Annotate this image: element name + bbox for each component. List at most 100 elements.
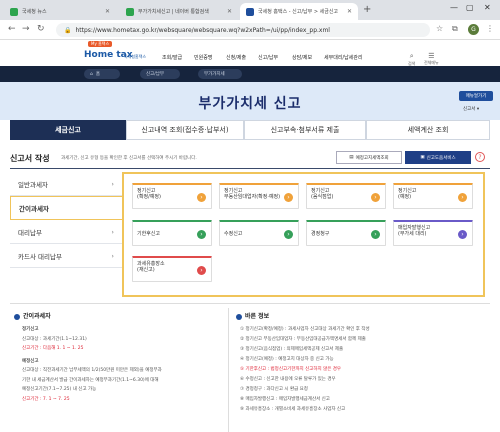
browser-tab-3[interactable]: 국세청 홈택스 - 신고/납부 > 세금신고 ✕ <box>240 3 358 20</box>
help-service-button[interactable]: ▣ 신고도움서비스 <box>405 151 471 164</box>
gnb-item-agent[interactable]: 세무대리/납세관리 <box>324 54 363 61</box>
logo-subtitle: 국세청홈택스 <box>124 54 147 59</box>
section-title: 신고서 작성 <box>10 154 50 163</box>
tab-label: 국세청 홈택스 - 신고/납부 > 세금신고 <box>258 9 339 15</box>
close-window-icon[interactable]: ✕ <box>484 3 491 12</box>
tab-label: 국세청 뉴스 <box>22 9 47 15</box>
tab-attachments[interactable]: 신고부속·첨부서류 제출 <box>244 120 366 140</box>
chevron-right-icon: › <box>111 179 114 188</box>
arrow-right-icon: › <box>458 193 467 202</box>
forward-icon[interactable]: → <box>22 24 30 34</box>
info-line: 신고대상 : 직전과세기간 납부세액의 1/2(50만원 미만은 제외)을 예정… <box>22 368 162 373</box>
arrow-right-icon: › <box>197 230 206 239</box>
bullet-icon <box>236 313 242 320</box>
info-right-title: 바른 정보 <box>236 311 370 320</box>
tab-tax-calc[interactable]: 세액계산 조회 <box>366 120 490 140</box>
browser-tab-2[interactable]: 부가가치세신고 | 네이버 통합검색 ✕ <box>120 3 238 20</box>
arrow-right-icon: › <box>197 266 206 275</box>
card-late-report[interactable]: 기한후신고 › <box>132 220 212 246</box>
card-amended-report[interactable]: 수정신고 › <box>219 220 299 246</box>
card-regular-report[interactable]: 정기신고 (확정/예정) › <box>132 183 212 209</box>
section-divider <box>10 168 490 169</box>
info-line: ② 정기신고 부동산임대업자 : 부동산임대공급가액명세서 함께 제출 <box>240 337 366 342</box>
gnb-item-application[interactable]: 신청/제출 <box>226 54 246 61</box>
help-service-label: 신고도움서비스 <box>426 155 456 161</box>
close-tab-icon[interactable]: ✕ <box>105 8 110 15</box>
info-line: 예정신고 <box>22 358 39 364</box>
tab-tax-report[interactable]: 세금신고 <box>10 120 126 140</box>
gnb-item-report[interactable]: 신고/납부 <box>258 54 278 61</box>
info-line: ① 정기신고(확정/예정) : 과세사업자 신고대상 과세기간 확인 후 작성 <box>240 327 370 332</box>
card-regular-interim[interactable]: 정기신고 (예정) › <box>393 183 473 209</box>
arrow-right-icon: › <box>371 193 380 202</box>
info-line: ⑧ 매입자발행신고 : 매입자발행세금계산서 신고 <box>240 397 330 402</box>
extensions-icon[interactable]: ⧉ <box>452 24 458 34</box>
info-line: ③ 정기신고(음식점업) : 의제매입세액공제 신고서 제출 <box>240 347 344 352</box>
arrow-right-icon: › <box>284 230 293 239</box>
browser-tab-1[interactable]: 국세청 뉴스 ✕ <box>4 3 116 20</box>
info-divider <box>10 303 490 304</box>
info-line: 신고대상 : 과세기간(1.1~12.31) <box>22 336 87 342</box>
info-line: ④ 정기신고(예정) : 예정고지 대상자 중 신고 가능 <box>240 357 334 362</box>
minimize-icon[interactable]: — <box>450 3 458 12</box>
home-icon: ⌂ <box>90 71 93 77</box>
tab-favicon-icon <box>126 7 134 16</box>
search-button[interactable]: ⌕ 검색 <box>408 52 415 67</box>
breadcrumb-report-label: 신고/납부 <box>146 72 165 77</box>
info-line: 정기신고 <box>22 327 39 332</box>
preview-button[interactable]: ▤ 예정고지세액조회 <box>336 151 402 164</box>
chevron-right-icon: › <box>111 251 114 260</box>
card-buyer-issued[interactable]: 매입자발행신고 (부가세 대리) › <box>393 220 473 246</box>
help-circle-button[interactable]: ? <box>475 152 485 162</box>
breadcrumb-home[interactable]: ⌂ 홈 <box>84 69 120 79</box>
left-menu-proxy[interactable]: 대리납부 › <box>10 220 122 244</box>
left-menu-simplified[interactable]: 간이과세자 <box>10 196 122 220</box>
card-regular-rental[interactable]: 정기신고 부동산임대업자(확정·예정) › <box>219 183 299 209</box>
card-correction-claim[interactable]: 경정청구 › <box>306 220 386 246</box>
tab-favicon-icon <box>246 7 254 16</box>
left-menu-general[interactable]: 일반과세자 › <box>10 172 122 196</box>
breadcrumb-report[interactable]: 신고/납부 <box>140 69 180 79</box>
menu-grid-icon: ☰ <box>428 52 435 60</box>
info-vertical-divider <box>228 308 229 432</box>
document-icon: ▤ <box>349 155 354 160</box>
tab-report-history[interactable]: 신고내역 조회(접수증·납부서) <box>126 120 244 140</box>
preview-button-label: 예정고지세액조회 <box>355 155 389 161</box>
arrow-right-icon: › <box>371 230 380 239</box>
arrow-right-icon: › <box>284 193 293 202</box>
maximize-icon[interactable]: ▢ <box>466 3 474 12</box>
url-field[interactable]: 🔒 https://www.hometax.go.kr/websquare/we… <box>56 23 430 37</box>
info-line: 신고기간 : 7. 1 ~ 7. 25 <box>22 396 70 402</box>
help-icon: ▣ <box>420 155 425 160</box>
gnb-item-certificate[interactable]: 민원증명 <box>194 54 212 61</box>
arrow-right-icon: › <box>197 193 206 202</box>
close-tab-icon[interactable]: ✕ <box>227 8 232 15</box>
info-line: ⑨ 과세유흥장소 : 개별소비세 과세유흥장소 사업자 신고 <box>240 407 346 412</box>
menu-icon[interactable]: ⋮ <box>486 24 494 33</box>
left-menu-card-proxy[interactable]: 카드사 대리납부 › <box>10 244 122 268</box>
all-menu-button[interactable]: ☰ 전체메뉴 <box>424 52 439 66</box>
breadcrumb-vat[interactable]: 부가가치세 <box>198 69 242 79</box>
left-menu-label: 대리납부 <box>18 228 42 237</box>
gnb-item-consult[interactable]: 상담/제보 <box>292 54 312 61</box>
info-line: 신고기간 : 다음해 1. 1 ~ 1. 25 <box>22 346 84 351</box>
chevron-right-icon: › <box>111 227 114 236</box>
back-icon[interactable]: ← <box>8 24 16 34</box>
close-tab-icon[interactable]: ✕ <box>347 8 352 15</box>
card-regular-restaurant[interactable]: 정기신고 (음식점업) › <box>306 183 386 209</box>
my-hometax-badge[interactable]: My 홈택스 <box>88 41 113 47</box>
manual-button[interactable]: 매뉴얼가기 <box>459 91 493 101</box>
star-icon[interactable]: ☆ <box>436 24 443 33</box>
new-tab-button[interactable]: + <box>363 4 371 15</box>
profile-avatar[interactable]: G <box>468 24 479 35</box>
info-line: 기한 내 세금계산서 발급 간이과세자는 예정부과기간(1.1~6.30)에 대… <box>22 377 159 383</box>
info-line: 예정신고기간(7.1~7.25) 내 신고 가능 <box>22 387 97 392</box>
tab-favicon-icon <box>10 7 18 16</box>
left-menu-label: 카드사 대리납부 <box>18 252 62 261</box>
gnb-item-inquiry[interactable]: 조회/발급 <box>162 54 182 61</box>
breadcrumb-bar <box>0 66 500 82</box>
form-select[interactable]: 신고서 ▾ <box>463 106 479 112</box>
card-entertainment[interactable]: 과세유흥장소 (재신고) › <box>132 256 212 282</box>
breadcrumb-vat-label: 부가가치세 <box>204 72 225 77</box>
reload-icon[interactable]: ↻ <box>37 24 45 34</box>
